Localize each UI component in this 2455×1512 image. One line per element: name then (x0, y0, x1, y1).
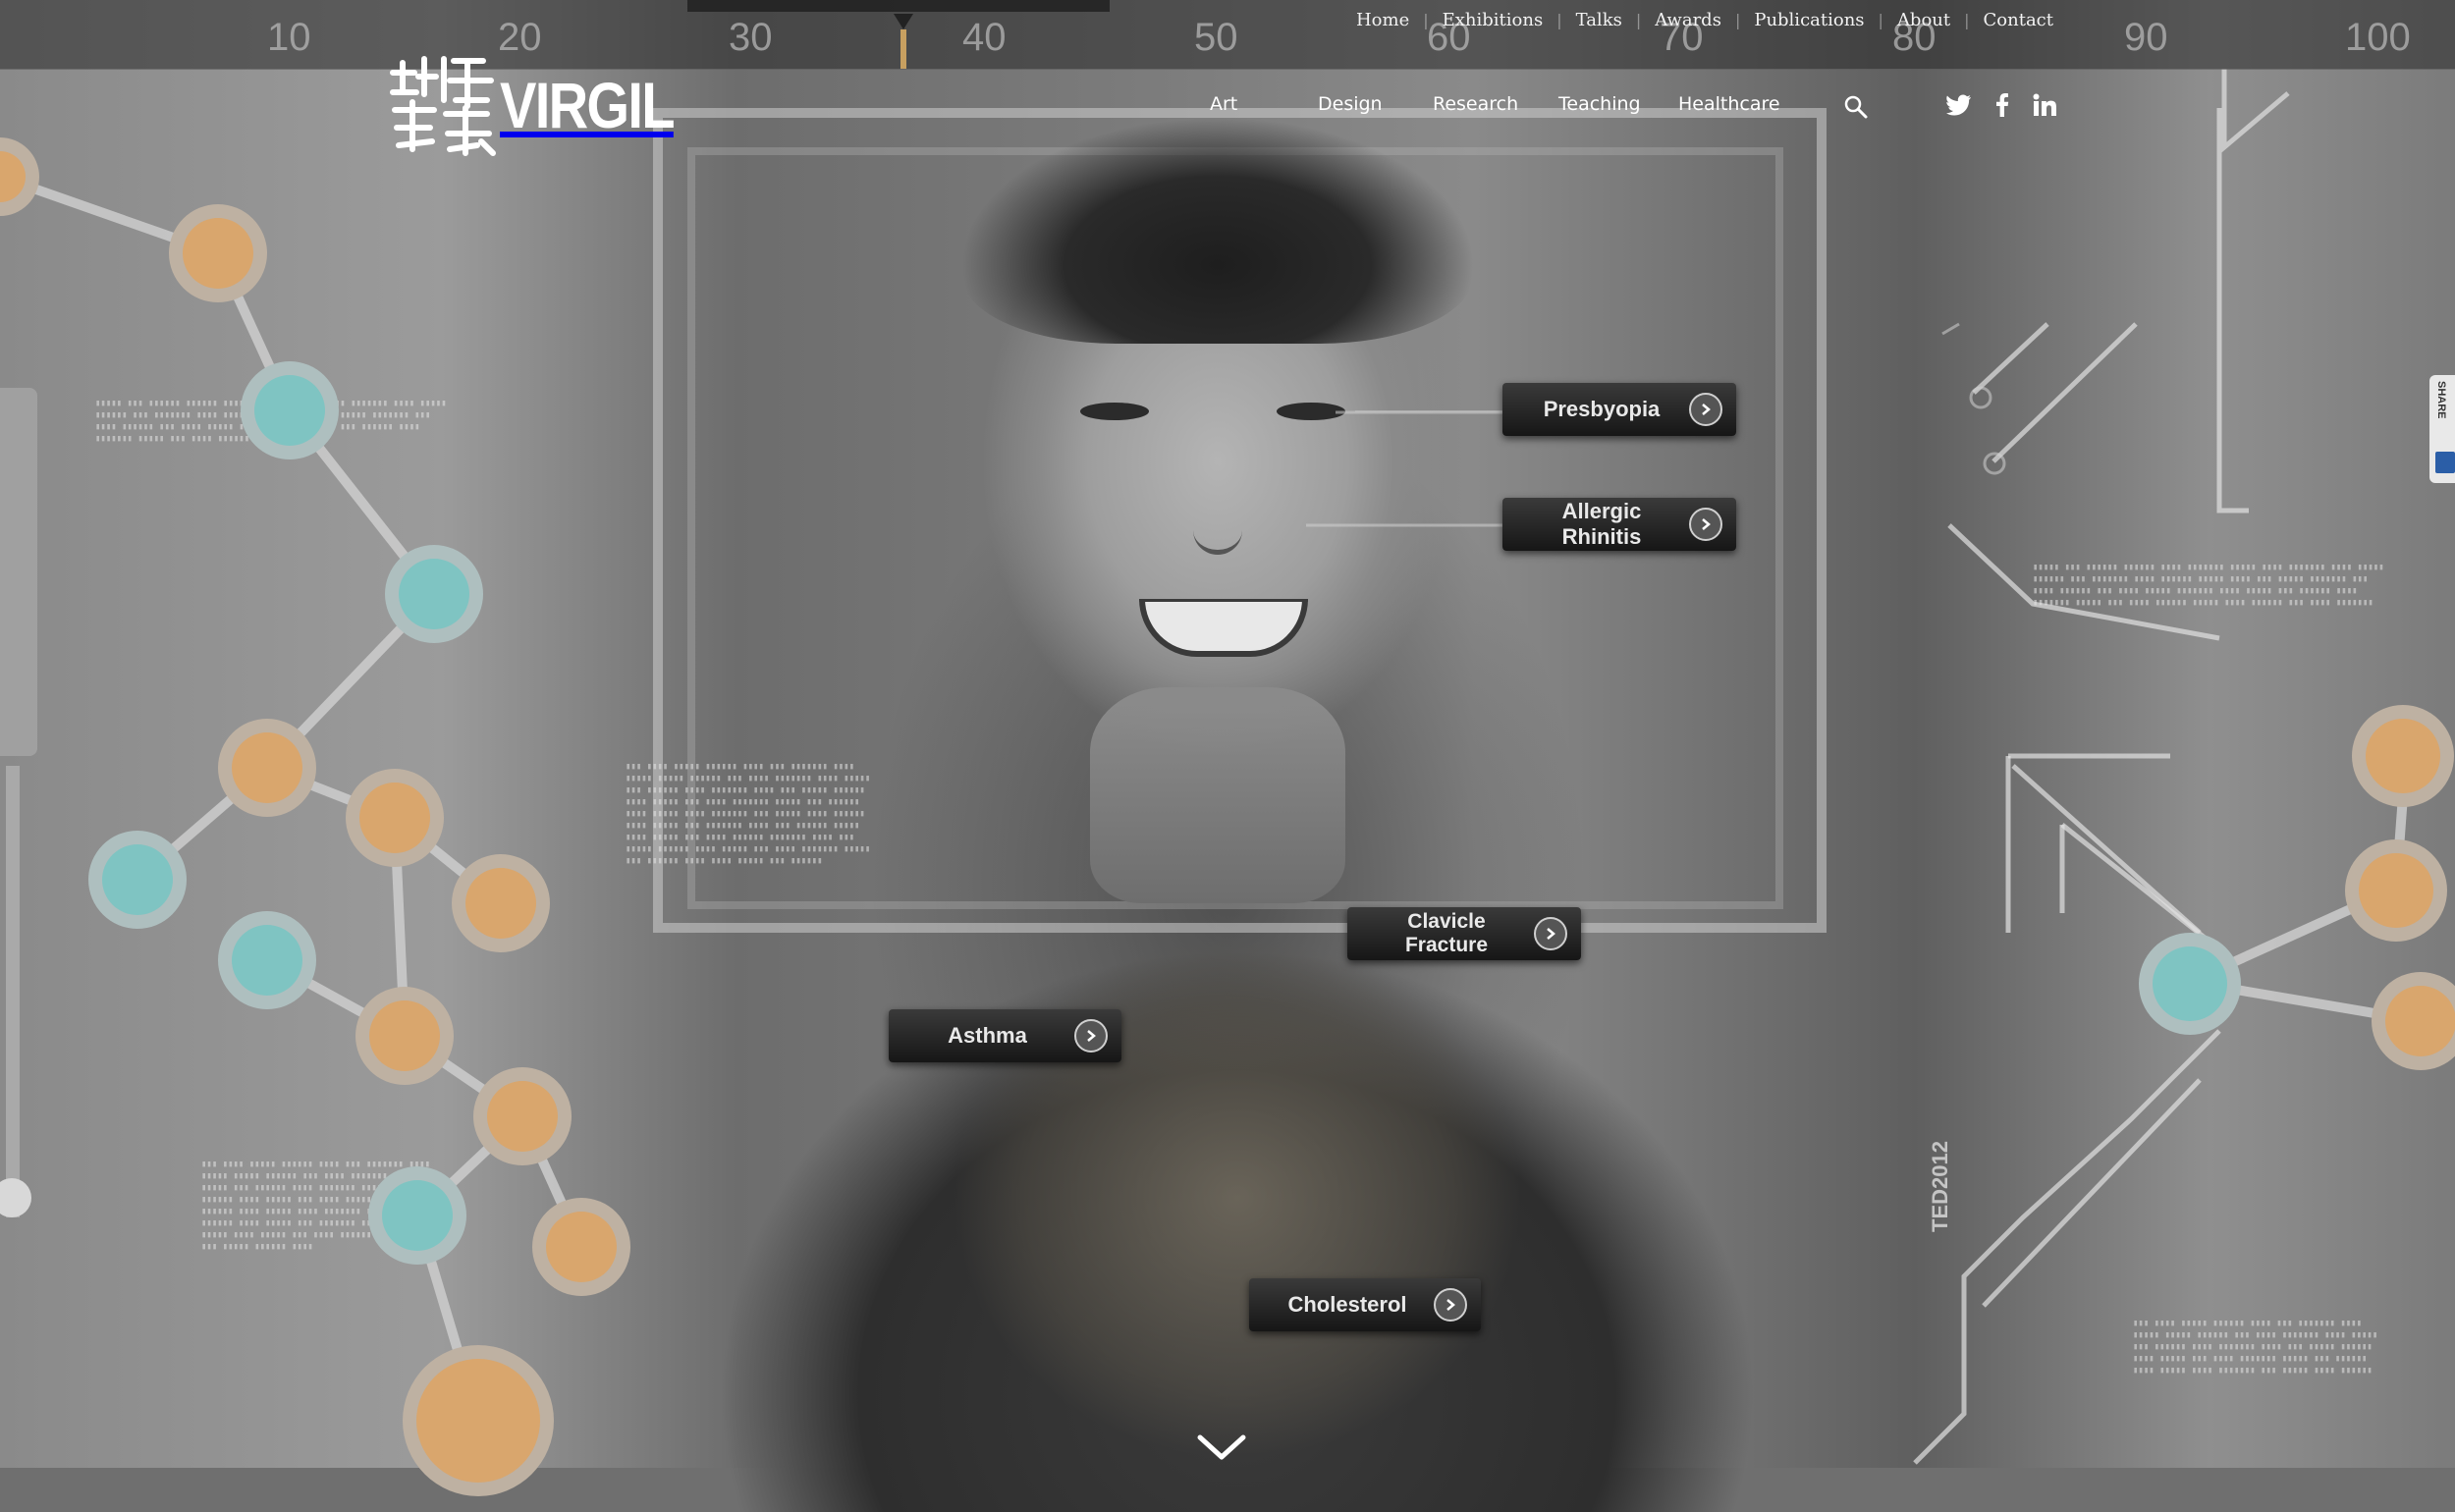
ruler-label: 90 (2124, 16, 2168, 59)
hotspot-label: Allergic Rhinitis (1561, 499, 1642, 549)
twitter-icon[interactable] (1944, 88, 1974, 122)
search-icon[interactable] (1843, 94, 1869, 120)
main-nav-healthcare[interactable]: Healthcare (1678, 93, 1780, 115)
top-nav-awards[interactable]: Awards (1641, 10, 1735, 30)
ruler-label: 30 (729, 16, 773, 59)
chevron-down-icon[interactable] (1196, 1431, 1247, 1463)
main-nav-art[interactable]: Art (1210, 93, 1237, 115)
top-nav-publications[interactable]: Publications (1740, 10, 1878, 30)
hotspot-label: Cholesterol (1287, 1292, 1407, 1317)
molecule-node (452, 854, 550, 952)
logo-wordmark: VIRGIL (500, 69, 676, 141)
molecule-node (346, 769, 444, 867)
top-nav-exhibitions[interactable]: Exhibitions (1429, 10, 1557, 30)
hotspot-label: Asthma (948, 1023, 1027, 1048)
molecule-node (218, 911, 316, 1009)
top-nav-home[interactable]: Home (1342, 10, 1423, 30)
hotspot-asthma[interactable]: Asthma (889, 1009, 1121, 1062)
ruler-label: 100 (2345, 16, 2411, 59)
main-nav-research[interactable]: Research (1433, 93, 1518, 115)
molecule-node (368, 1166, 466, 1265)
molecule-node (403, 1345, 554, 1496)
ruler-label: 10 (267, 16, 311, 59)
hotspot-label: Presbyopia (1543, 397, 1661, 421)
decorative-text-block: ▮▮▮ ▮▮▮▮ ▮▮▮▮▮ ▮▮▮▮▮▮ ▮▮▮▮ ▮▮▮ ▮▮▮▮▮▮▮ ▮… (2133, 1319, 2378, 1376)
ted-label: TED2012 (1928, 1141, 1952, 1232)
molecule-node (385, 545, 483, 643)
molecule-node (169, 204, 267, 302)
ruler-label: 40 (962, 16, 1007, 59)
linkedin-icon[interactable] (2030, 88, 2059, 122)
ruler-label: 50 (1194, 16, 1238, 59)
left-side-rail (6, 766, 20, 1217)
hotspot-presbyopia[interactable]: Presbyopia (1502, 383, 1736, 436)
share-tab[interactable]: SHARE (2429, 375, 2455, 483)
molecule-node (2352, 705, 2454, 807)
molecule-node (532, 1198, 630, 1296)
decorative-text-block: ▮▮▮ ▮▮▮▮ ▮▮▮▮▮ ▮▮▮▮▮▮ ▮▮▮▮ ▮▮▮ ▮▮▮▮▮▮▮ ▮… (626, 762, 871, 866)
molecule-node (355, 987, 454, 1085)
hero-image: ▮▮▮▮▮ ▮▮▮ ▮▮▮▮▮▮ ▮▮▮▮▮▮ ▮▮▮▮ ▮▮▮▮▮▮▮ ▮▮▮… (0, 0, 2455, 1512)
main-nav-teaching[interactable]: Teaching (1558, 93, 1641, 115)
molecule-node (2139, 933, 2241, 1035)
decorative-text-block: ▮▮▮▮▮ ▮▮▮ ▮▮▮▮▮▮ ▮▮▮▮▮▮ ▮▮▮▮ ▮▮▮▮▮▮▮ ▮▮▮… (2033, 563, 2384, 608)
arrow-right-icon (1689, 508, 1722, 541)
left-side-widget (0, 388, 37, 756)
molecule-node (88, 831, 187, 929)
molecule-node (2345, 839, 2447, 942)
facebook-icon[interactable] (1988, 88, 2017, 122)
hotspot-clavicle-fracture[interactable]: Clavicle Fracture (1347, 907, 1581, 960)
ruler-marker-icon (894, 14, 913, 69)
molecule-node (473, 1067, 572, 1165)
top-nav: Home | Exhibitions | Talks | Awards | Public… (1342, 10, 2067, 30)
arrow-right-icon (1534, 917, 1567, 950)
arrow-right-icon (1689, 393, 1722, 426)
hotspot-leader-line (1355, 410, 1502, 412)
top-nav-about[interactable]: About (1883, 10, 1964, 30)
main-nav-design[interactable]: Design (1318, 93, 1383, 115)
molecule-node (241, 361, 339, 459)
top-nav-talks[interactable]: Talks (1562, 10, 1636, 30)
logo-glyph-icon (390, 56, 496, 156)
share-icon (2435, 452, 2455, 473)
share-label: SHARE (2435, 381, 2447, 419)
arrow-right-icon (1434, 1288, 1467, 1322)
site-logo[interactable]: VIRGIL (385, 51, 704, 159)
hotspot-allergic-rhinitis[interactable]: Allergic Rhinitis (1502, 498, 1736, 551)
hotspot-label: Clavicle Fracture (1404, 910, 1489, 956)
molecule-node (218, 719, 316, 817)
arrow-right-icon (1074, 1019, 1108, 1053)
top-nav-contact[interactable]: Contact (1970, 10, 2067, 30)
hotspot-cholesterol[interactable]: Cholesterol (1249, 1278, 1481, 1331)
ruler-bar: 10 20 30 40 50 60 70 80 90 100 (0, 0, 2455, 70)
